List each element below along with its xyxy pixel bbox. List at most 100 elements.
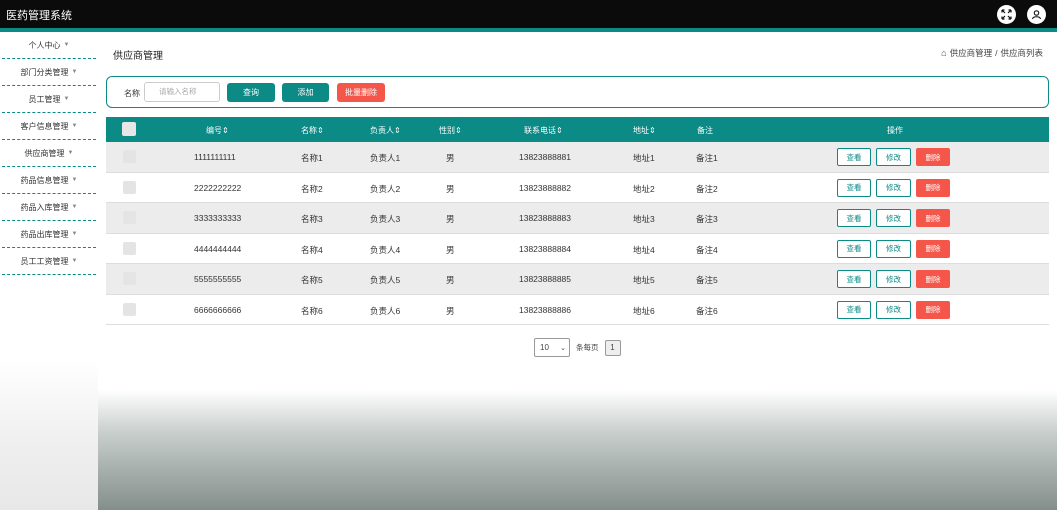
view-button[interactable]: 查看	[837, 300, 871, 319]
cell-remark: 备注1	[696, 153, 718, 163]
cell-name: 名称4	[301, 244, 323, 255]
cell-name: 名称1	[301, 153, 323, 163]
breadcrumb-current: 供应商列表	[1000, 48, 1043, 58]
sidebar-item-employees[interactable]: 员工管理 ▼	[2, 86, 96, 113]
batch-delete-button[interactable]: 批量删除	[337, 83, 385, 102]
delete-button[interactable]: 删除	[916, 209, 950, 227]
pagination: 10 ⌄ 条每页 1	[534, 338, 621, 357]
delete-button[interactable]: 删除	[916, 270, 950, 288]
cell-gender: 男	[446, 244, 455, 255]
cell-contact: 负责人3	[370, 214, 401, 224]
cell-contact: 负责人1	[370, 153, 401, 163]
edit-button[interactable]: 修改	[876, 178, 911, 197]
header-phone[interactable]: 联系电话⇕	[524, 125, 563, 136]
sidebar-bottom-fade	[0, 360, 98, 510]
header-remark: 备注	[697, 126, 713, 135]
cell-remark: 备注3	[696, 214, 718, 224]
table-row: 2222222222 名称2 负责人2 男 13823888882 地址2 备注…	[106, 172, 1049, 203]
delete-button[interactable]: 删除	[916, 148, 950, 166]
header-name[interactable]: 名称⇕	[301, 125, 324, 136]
chevron-down-icon: ▼	[71, 69, 78, 75]
sidebar-item-label: 药品信息管理	[20, 175, 69, 185]
sidebar-item-medicines[interactable]: 药品信息管理 ▼	[2, 167, 96, 194]
sidebar-item-suppliers[interactable]: 供应商管理 ▼	[2, 140, 96, 167]
row-checkbox[interactable]	[123, 272, 136, 285]
sidebar-item-salaries[interactable]: 员工工资管理 ▼	[2, 248, 96, 275]
sidebar-item-label: 个人中心	[28, 40, 61, 50]
header-address[interactable]: 地址⇕	[633, 125, 656, 136]
row-checkbox[interactable]	[123, 241, 136, 255]
row-checkbox[interactable]	[123, 150, 136, 163]
cell-name: 名称6	[301, 305, 323, 316]
user-icon[interactable]	[1027, 5, 1046, 24]
add-button[interactable]: 添加	[282, 83, 329, 102]
table-row: 4444444444 名称4 负责人4 男 13823888884 地址4 备注…	[106, 233, 1049, 264]
edit-button[interactable]: 修改	[876, 148, 911, 166]
delete-button[interactable]: 删除	[916, 239, 950, 258]
cell-id: 6666666666	[194, 304, 242, 315]
table-header: 编号⇕ 名称⇕ 负责人⇕ 性别⇕ 联系电话⇕ 地址⇕ 备注 操作	[106, 117, 1049, 142]
cell-contact: 负责人6	[370, 305, 401, 316]
cell-address: 地址5	[633, 275, 655, 285]
sidebar-item-label: 药品出库管理	[20, 229, 69, 239]
cell-gender: 男	[446, 305, 455, 316]
view-button[interactable]: 查看	[837, 148, 871, 166]
cell-id: 5555555555	[194, 274, 242, 284]
row-checkbox[interactable]	[123, 302, 136, 316]
edit-button[interactable]: 修改	[876, 270, 911, 288]
cell-phone: 13823888886	[519, 304, 572, 315]
sidebar-item-label: 员工管理	[28, 94, 61, 104]
edit-button[interactable]: 修改	[876, 300, 911, 319]
search-label: 名称	[124, 89, 140, 98]
select-all-checkbox[interactable]	[122, 122, 136, 136]
page-size-select[interactable]: 10 ⌄	[534, 338, 570, 357]
fullscreen-icon[interactable]	[997, 5, 1016, 24]
view-button[interactable]: 查看	[837, 270, 871, 288]
edit-button[interactable]: 修改	[876, 239, 911, 258]
cell-gender: 男	[446, 153, 455, 163]
page-number-button[interactable]: 1	[604, 339, 621, 356]
cell-phone: 13823888881	[519, 152, 572, 162]
delete-button[interactable]: 删除	[916, 178, 950, 197]
cell-remark: 备注5	[696, 275, 718, 285]
sidebar-item-personal-center[interactable]: 个人中心 ▼	[2, 32, 96, 59]
chevron-down-icon: ▼	[63, 42, 70, 48]
header-contact[interactable]: 负责人⇕	[370, 125, 401, 136]
sidebar-item-departments[interactable]: 部门分类管理 ▼	[2, 59, 96, 86]
query-button[interactable]: 查询	[227, 83, 275, 102]
breadcrumb-item[interactable]: 供应商管理	[950, 47, 993, 59]
view-button[interactable]: 查看	[837, 209, 871, 227]
header-id[interactable]: 编号⇕	[206, 125, 229, 136]
cell-gender: 男	[446, 275, 455, 285]
view-button[interactable]: 查看	[837, 239, 871, 258]
search-input[interactable]: 请输入名称	[144, 82, 220, 102]
table-row: 3333333333 名称3 负责人3 男 13823888883 地址3 备注…	[106, 203, 1049, 234]
chevron-down-icon: ▼	[71, 123, 78, 129]
sidebar-item-stock-out[interactable]: 药品出库管理 ▼	[2, 221, 96, 248]
top-bar: 医药管理系统	[0, 0, 1057, 28]
cell-gender: 男	[446, 214, 455, 224]
app-title: 医药管理系统	[6, 10, 72, 22]
view-button[interactable]: 查看	[837, 178, 871, 197]
cell-id: 4444444444	[194, 243, 242, 254]
sidebar-item-stock-in[interactable]: 药品入库管理 ▼	[2, 194, 96, 221]
cell-phone: 13823888883	[519, 213, 572, 223]
cell-phone: 13823888884	[519, 243, 572, 254]
table-row: 5555555555 名称5 负责人5 男 13823888885 地址5 备注…	[106, 264, 1049, 295]
cell-gender: 男	[446, 183, 455, 194]
search-panel: 名称 请输入名称 查询 添加 批量删除	[106, 76, 1049, 108]
row-checkbox[interactable]	[123, 180, 136, 194]
header-gender[interactable]: 性别⇕	[439, 125, 462, 136]
home-icon[interactable]: ⌂	[941, 48, 946, 58]
delete-button[interactable]: 删除	[916, 300, 950, 319]
header-actions: 操作	[887, 126, 903, 135]
sidebar-item-customers[interactable]: 客户信息管理 ▼	[2, 113, 96, 140]
cell-address: 地址4	[633, 244, 655, 255]
row-checkbox[interactable]	[123, 211, 136, 224]
table-row: 1111111111 名称1 负责人1 男 13823888881 地址1 备注…	[106, 142, 1049, 173]
table-row: 6666666666 名称6 负责人6 男 13823888886 地址6 备注…	[106, 294, 1049, 325]
cell-address: 地址6	[633, 305, 655, 316]
bottom-fade	[98, 390, 1057, 510]
cell-remark: 备注4	[696, 244, 718, 255]
edit-button[interactable]: 修改	[876, 209, 911, 227]
